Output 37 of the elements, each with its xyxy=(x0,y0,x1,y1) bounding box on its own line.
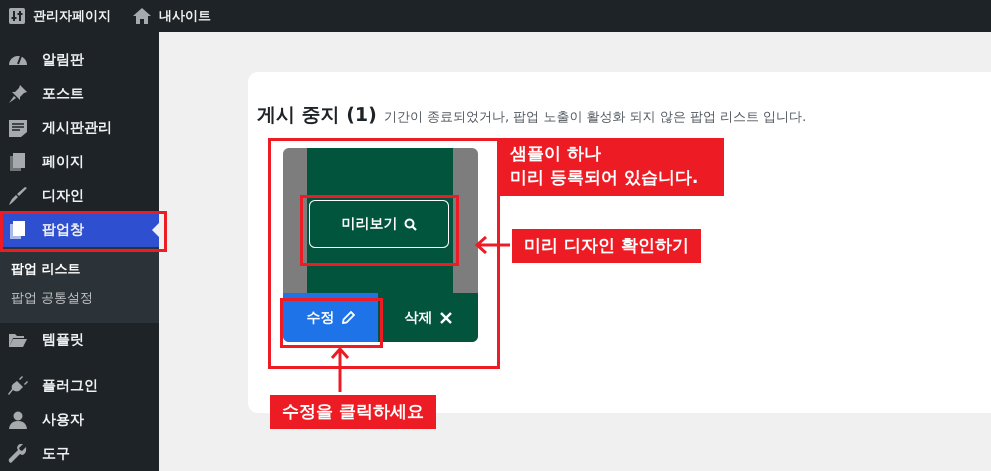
sliders-icon xyxy=(9,8,25,24)
edit-button[interactable]: 수정 xyxy=(283,293,378,342)
submenu-item[interactable]: 팝업 공통설정 xyxy=(0,284,159,313)
document-icon xyxy=(8,118,28,138)
sidebar-item[interactable]: 알림판 xyxy=(0,43,159,77)
section-title: 게시 중지 (1) xyxy=(257,103,377,128)
active-pointer xyxy=(152,223,159,237)
sidebar-item[interactable]: 템플릿 xyxy=(0,323,159,357)
sidebar-item[interactable]: 도구 xyxy=(0,437,159,471)
sidebar-item[interactable]: 페이지 xyxy=(0,145,159,179)
sidebar-item[interactable]: 포스트 xyxy=(0,77,159,111)
close-icon xyxy=(440,312,452,324)
pencil-icon xyxy=(342,311,354,324)
annotation-callout: 수정을 클릭하세요 xyxy=(270,395,436,429)
sidebar-item[interactable]: 사용자 xyxy=(0,403,159,437)
annotation-callout: 샘플이 하나 미리 등록되어 있습니다. xyxy=(498,138,724,196)
user-icon xyxy=(8,410,28,430)
pages-icon xyxy=(8,220,28,240)
home-icon xyxy=(133,8,151,24)
wrench-icon xyxy=(8,444,28,464)
admin-page-link[interactable]: 관리자페이지 xyxy=(9,7,111,25)
pin-icon xyxy=(8,84,28,104)
arrow xyxy=(331,347,349,393)
sidebar-item[interactable]: 게시판관리 xyxy=(0,111,159,145)
sidebar-item[interactable]: 팝업창 xyxy=(0,213,159,247)
sidebar-item[interactable]: 디자인 xyxy=(0,179,159,213)
my-site-link[interactable]: 내사이트 xyxy=(133,7,211,25)
annotation-callout: 미리 디자인 확인하기 xyxy=(512,229,701,263)
sidebar-item[interactable]: 플러그인 xyxy=(0,369,159,403)
pages-icon xyxy=(8,152,28,172)
search-icon xyxy=(404,218,416,230)
arrow xyxy=(475,236,511,254)
plug-icon xyxy=(8,376,28,396)
brush-icon xyxy=(8,186,28,206)
submenu-item[interactable]: 팝업 리스트 xyxy=(0,255,159,284)
section-description: 기간이 종료되었거나, 팝업 노출이 활성화 되지 않은 팝업 리스트 입니다. xyxy=(384,109,806,126)
preview-button[interactable]: 미리보기 xyxy=(309,200,449,248)
